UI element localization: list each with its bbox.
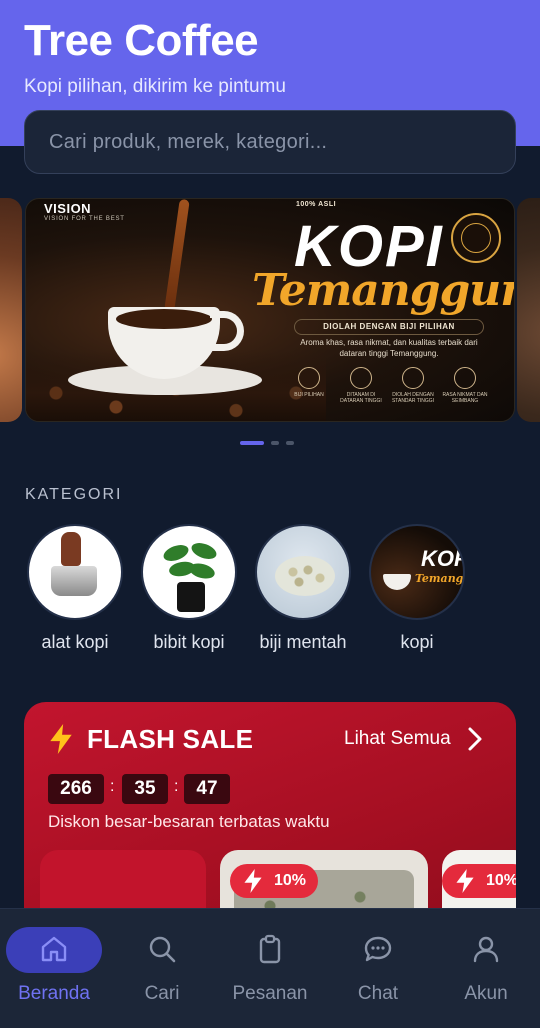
timer-hours: 266	[48, 774, 104, 804]
banner-ribbon: DIOLAH DENGAN BIJI PILIHAN	[294, 319, 484, 335]
nav-label: Akun	[464, 983, 508, 1004]
banner-feature: DITANAM DI DATARAN TINGGI	[338, 367, 384, 404]
banner-feature: RASA NIKMAT DAN SEIMBANG	[442, 367, 488, 404]
lightning-icon	[456, 869, 474, 893]
nav-label: Beranda	[18, 983, 90, 1004]
category-label: bibit kopi	[153, 632, 225, 652]
category-biji-mentah[interactable]: biji mentah	[255, 524, 351, 653]
clipboard-icon	[259, 934, 281, 964]
category-label: alat kopi	[41, 632, 109, 652]
banner-slide-next[interactable]	[517, 198, 540, 422]
timer-separator: :	[174, 778, 179, 795]
banner-carousel[interactable]: VISION VISION FOR THE BEST 100% ASLI KOP…	[0, 198, 540, 424]
cup-handle-image	[210, 311, 244, 351]
nav-label: Cari	[144, 983, 180, 1004]
category-image	[27, 524, 123, 620]
category-kopi[interactable]: KOPI Temanggung kopi	[369, 524, 465, 653]
carousel-indicator	[0, 441, 540, 446]
coffee-pour-image	[164, 199, 190, 312]
coffee-surface-image	[116, 309, 212, 329]
chat-icon	[364, 936, 392, 962]
search-input[interactable]	[49, 111, 489, 173]
category-alat-kopi[interactable]: alat kopi	[27, 524, 123, 653]
category-image	[141, 524, 237, 620]
banner-slide-previous[interactable]	[0, 198, 22, 422]
flash-sale-title: FLASH SALE	[87, 724, 254, 754]
nav-item-beranda[interactable]: Beranda	[0, 909, 108, 1028]
app-subtitle: Kopi pilihan, dikirim ke pintumu	[24, 76, 286, 97]
discount-badge: 10%	[442, 864, 516, 898]
category-bibit-kopi[interactable]: bibit kopi	[141, 524, 237, 653]
category-label: biji mentah	[259, 632, 347, 652]
carousel-dot[interactable]	[271, 441, 279, 445]
category-label: kopi	[400, 632, 434, 652]
nav-item-chat[interactable]: Chat	[324, 909, 432, 1028]
see-all-link[interactable]: Lihat Semua	[344, 728, 451, 750]
category-image: KOPI Temanggung	[369, 524, 465, 620]
bottom-navigation: Beranda Cari Pesanan Chat Akun	[0, 908, 540, 1028]
flash-sale-description: Diskon besar-besaran terbatas waktu	[48, 812, 330, 831]
banner-feature: BIJI PILIHAN	[286, 367, 332, 398]
mountain-icon	[350, 367, 372, 389]
quality-seal-icon	[451, 213, 501, 263]
banner-badge: 100% ASLI	[296, 201, 337, 208]
search-bar[interactable]	[24, 110, 516, 174]
banner-title-script: Temanggung	[252, 265, 514, 316]
discount-badge: 10%	[230, 864, 319, 898]
leaf-icon	[402, 367, 424, 389]
app-title: Tree Coffee	[24, 16, 259, 65]
banner-brand-logo: VISION VISION FOR THE BEST	[44, 201, 125, 222]
banner-slide-kopi-temanggung[interactable]: VISION VISION FOR THE BEST 100% ASLI KOP…	[25, 198, 515, 422]
carousel-dot[interactable]	[286, 441, 294, 445]
search-icon	[149, 936, 176, 963]
nav-item-cari[interactable]: Cari	[108, 909, 216, 1028]
user-icon	[473, 936, 499, 963]
categories-heading: KATEGORI	[25, 486, 123, 503]
chevron-right-icon[interactable]	[464, 726, 486, 752]
timer-separator: :	[110, 778, 115, 795]
nav-item-akun[interactable]: Akun	[432, 909, 540, 1028]
flash-sale-section: FLASH SALE Lihat Semua 266 : 35 : 47 Dis…	[24, 702, 516, 942]
lightning-icon	[50, 724, 72, 754]
lightning-icon	[244, 869, 262, 893]
timer-minutes: 35	[122, 774, 168, 804]
timer-seconds: 47	[184, 774, 230, 804]
banner-description: Aroma khas, rasa nikmat, dan kualitas te…	[300, 338, 478, 358]
banner-brand: VISION	[44, 201, 92, 216]
category-image	[255, 524, 351, 620]
nav-item-pesanan[interactable]: Pesanan	[216, 909, 324, 1028]
nav-label: Pesanan	[232, 983, 308, 1004]
carousel-dot-active[interactable]	[240, 441, 264, 445]
banner-feature: DIOLAH DENGAN STANDAR TINGGI	[390, 367, 436, 404]
home-icon	[41, 936, 67, 962]
cup-icon	[454, 367, 476, 389]
nav-label: Chat	[357, 983, 399, 1004]
coffee-bean-icon	[298, 367, 320, 389]
banner-brand-tagline: VISION FOR THE BEST	[44, 216, 125, 222]
